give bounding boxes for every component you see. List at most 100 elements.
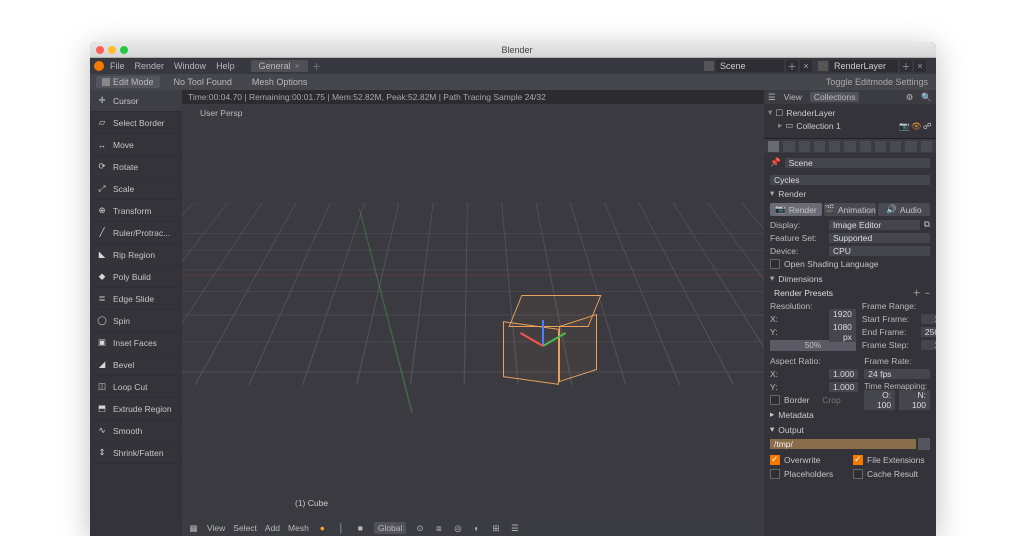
menu-help[interactable]: Help (216, 61, 235, 71)
zoom-window-icon[interactable] (120, 46, 128, 54)
shading-wire-icon[interactable]: ⊞ (490, 523, 501, 534)
render-panel-header[interactable]: ▾Render (770, 186, 930, 201)
device-select[interactable]: CPU (829, 246, 930, 256)
outliner-collections-filter[interactable]: Collections (810, 92, 860, 102)
tab-viewlayer[interactable] (799, 141, 810, 152)
tab-object[interactable] (844, 141, 855, 152)
outliner-renderlayer[interactable]: ▾ ▢ RenderLayer (768, 106, 932, 119)
display-mode-select[interactable]: Image Editor (829, 220, 920, 230)
edge-select-icon[interactable]: │ (336, 523, 347, 534)
editor-type-icon[interactable]: ▦ (188, 523, 199, 534)
tool-smooth[interactable]: ∿Smooth (90, 420, 182, 442)
output-path-input[interactable]: /tmp/ (770, 439, 916, 449)
outliner-collection[interactable]: ▸ ▭ Collection 1 📷 👁 ☍ (768, 119, 932, 132)
tool-extrude-region[interactable]: ⬒Extrude Region (90, 398, 182, 420)
render-still-button[interactable]: 📷Render (770, 203, 822, 216)
tool-spin[interactable]: ◯Spin (90, 310, 182, 332)
renderlayer-add-button[interactable]: ＋ (900, 60, 912, 72)
res-y-input[interactable]: 1080 px (829, 322, 856, 342)
proportional-icon[interactable]: ◎ (452, 523, 463, 534)
tab-material[interactable] (921, 141, 932, 152)
start-frame-input[interactable]: 1 (921, 314, 936, 324)
workspace-tab-general[interactable]: General × (251, 60, 308, 72)
cache-checkbox[interactable] (853, 469, 863, 479)
tool-select-border[interactable]: ▱Select Border (90, 112, 182, 134)
scene-name-field[interactable]: Scene (785, 158, 930, 168)
minimize-window-icon[interactable] (108, 46, 116, 54)
mesh-options-menu[interactable]: Mesh Options (252, 77, 308, 87)
overwrite-checkbox[interactable] (770, 455, 780, 465)
vhdr-mesh[interactable]: Mesh (288, 523, 309, 533)
remap-old-input[interactable]: O: 100 (864, 390, 895, 410)
aspect-x-input[interactable]: 1.000 (829, 369, 858, 379)
fileext-checkbox[interactable] (853, 455, 863, 465)
outliner-view-menu[interactable]: View (784, 92, 802, 102)
overlay-icon[interactable]: ☰ (509, 523, 520, 534)
vhdr-view[interactable]: View (207, 523, 225, 533)
renderlayer-name-input[interactable] (830, 60, 898, 72)
tab-render[interactable] (768, 141, 779, 152)
orientation-select[interactable]: Global (374, 522, 407, 534)
outliner[interactable]: ▾ ▢ RenderLayer ▸ ▭ Collection 1 📷 👁 ☍ (764, 104, 936, 139)
mode-selector[interactable]: Edit Mode (96, 76, 160, 88)
tool-transform[interactable]: ⊕Transform (90, 200, 182, 222)
new-window-icon[interactable]: ⧉ (924, 219, 930, 230)
3d-viewport[interactable]: Time:00:04.70 | Remaining:00:01.75 | Mem… (182, 90, 764, 536)
shading-solid-icon[interactable]: ◐ (471, 523, 482, 534)
close-window-icon[interactable] (96, 46, 104, 54)
tool-poly-build[interactable]: ◆Poly Build (90, 266, 182, 288)
tool-scale[interactable]: ⤢Scale (90, 178, 182, 200)
renderlayer-remove-button[interactable]: × (914, 60, 926, 72)
preset-add-icon[interactable]: ＋ (913, 287, 922, 299)
frame-step-input[interactable]: 1 (921, 340, 936, 350)
toggle-editmode-settings[interactable]: Toggle Editmode Settings (826, 77, 928, 87)
border-checkbox[interactable] (770, 395, 780, 405)
tab-output[interactable] (783, 141, 794, 152)
scene-name-input[interactable] (716, 60, 784, 72)
tab-world[interactable] (829, 141, 840, 152)
fps-select[interactable]: 24 fps (864, 369, 930, 379)
menu-window[interactable]: Window (174, 61, 206, 71)
snap-icon[interactable]: ⧈ (433, 523, 444, 534)
tool-cursor[interactable]: ✛Cursor (90, 90, 182, 112)
preset-remove-icon[interactable]: − (925, 288, 930, 298)
search-icon[interactable]: 🔍 (921, 92, 932, 103)
render-engine-select[interactable]: Cycles (770, 175, 930, 185)
aspect-y-input[interactable]: 1.000 (829, 382, 858, 392)
osl-checkbox[interactable] (770, 259, 780, 269)
disclosure-icon[interactable]: ▸ (778, 120, 782, 131)
tab-scene[interactable] (814, 141, 825, 152)
tool-loop-cut[interactable]: ◫Loop Cut (90, 376, 182, 398)
pivot-icon[interactable]: ⊙ (414, 523, 425, 534)
vhdr-add[interactable]: Add (265, 523, 280, 533)
tool-edge-slide[interactable]: ≣Edge Slide (90, 288, 182, 310)
end-frame-input[interactable]: 250 (921, 327, 936, 337)
tool-bevel[interactable]: ◢Bevel (90, 354, 182, 376)
vhdr-select[interactable]: Select (233, 523, 257, 533)
tool-rotate[interactable]: ⟳Rotate (90, 156, 182, 178)
scene-pin-icon[interactable]: 📌 (770, 157, 781, 168)
viewport-visibility-icon[interactable]: 👁 (911, 121, 920, 130)
menu-file[interactable]: File (110, 61, 125, 71)
tool-move[interactable]: ↔Move (90, 134, 182, 156)
outliner-editor-icon[interactable]: ☰ (768, 92, 776, 103)
close-tab-icon[interactable]: × (295, 61, 300, 71)
tab-physics[interactable] (890, 141, 901, 152)
face-select-icon[interactable]: ■ (355, 523, 366, 534)
feature-set-select[interactable]: Supported (829, 233, 930, 243)
gizmo-z-axis[interactable] (542, 320, 544, 346)
render-animation-button[interactable]: 🎬Animation (824, 203, 876, 216)
tab-constraint[interactable] (905, 141, 916, 152)
vertex-select-icon[interactable]: ● (317, 523, 328, 534)
tool-rip-region[interactable]: ◣Rip Region (90, 244, 182, 266)
scene-add-button[interactable]: ＋ (786, 60, 798, 72)
camera-visibility-icon[interactable]: 📷 (899, 121, 908, 130)
filter-icon[interactable]: ⚙ (906, 92, 914, 103)
scene-remove-button[interactable]: × (800, 60, 812, 72)
placeholders-checkbox[interactable] (770, 469, 780, 479)
dimensions-panel-header[interactable]: ▾Dimensions (770, 271, 930, 286)
render-audio-button[interactable]: 🔊Audio (878, 203, 930, 216)
output-panel-header[interactable]: ▾Output (770, 422, 930, 437)
tool-shrink-fatten[interactable]: ⇕Shrink/Fatten (90, 442, 182, 464)
add-workspace-button[interactable]: ＋ (312, 60, 321, 73)
